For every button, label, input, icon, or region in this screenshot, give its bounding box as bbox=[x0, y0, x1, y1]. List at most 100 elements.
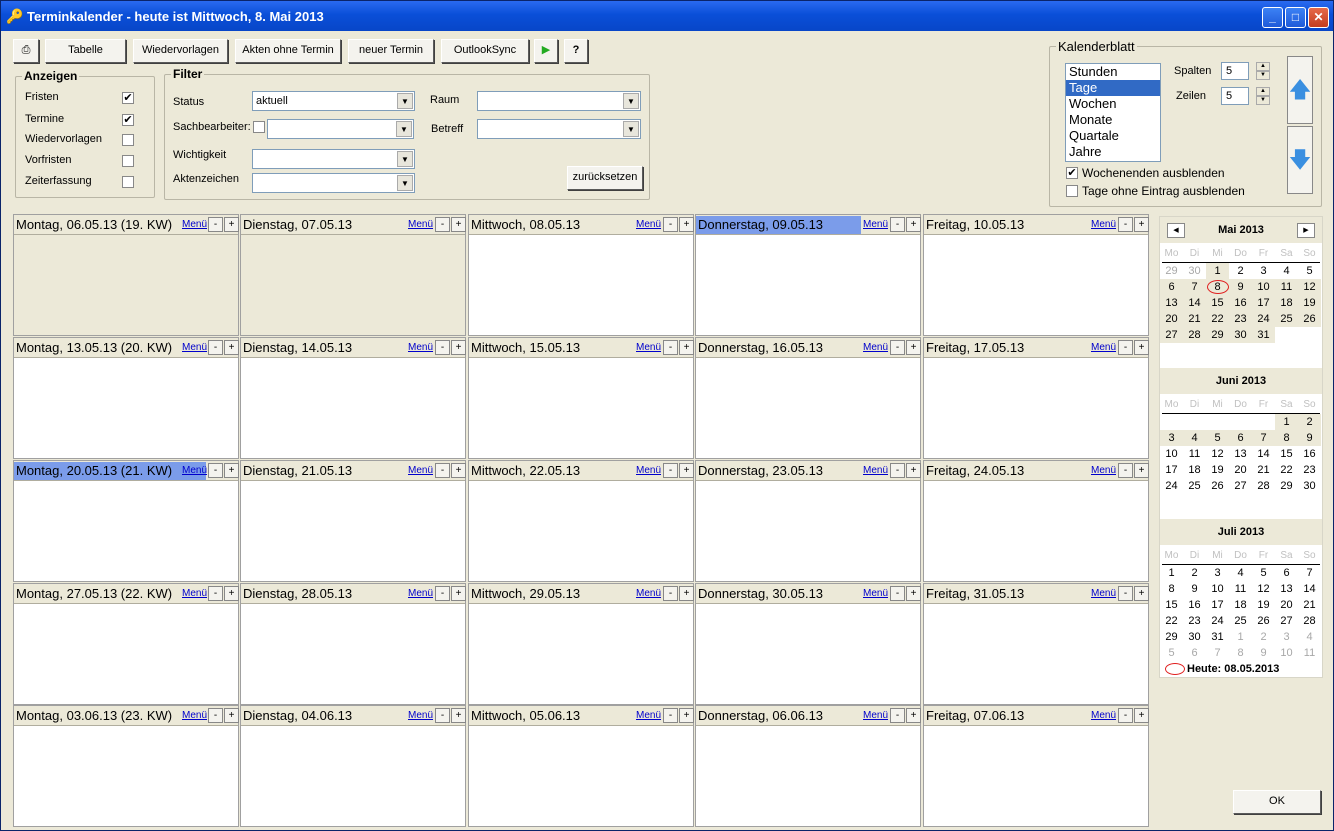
calendar-day[interactable]: 29 bbox=[1275, 478, 1298, 494]
calendar-day[interactable]: 25 bbox=[1183, 478, 1206, 494]
calendar-day[interactable]: 1 bbox=[1206, 263, 1229, 279]
calendar-day[interactable]: 14 bbox=[1252, 446, 1275, 462]
calendar-day[interactable]: 27 bbox=[1229, 478, 1252, 494]
sachbearbeiter-checkbox[interactable] bbox=[253, 121, 265, 133]
calendar-day[interactable]: 10 bbox=[1160, 446, 1183, 462]
day-cell-minus-button[interactable]: - bbox=[663, 708, 678, 723]
calendar-day[interactable]: 27 bbox=[1275, 613, 1298, 629]
calendar-day[interactable]: 2 bbox=[1183, 565, 1206, 581]
calendar-day[interactable]: 9 bbox=[1252, 645, 1275, 661]
day-cell-minus-button[interactable]: - bbox=[1118, 708, 1133, 723]
calendar-day[interactable]: 26 bbox=[1252, 613, 1275, 629]
day-cell-minus-button[interactable]: - bbox=[663, 586, 678, 601]
calendar-day[interactable]: 22 bbox=[1275, 462, 1298, 478]
day-cell-minus-button[interactable]: - bbox=[1118, 340, 1133, 355]
wiedervorlagen-button[interactable]: Wiedervorlagen bbox=[133, 39, 228, 63]
view-item-monate[interactable]: Monate bbox=[1066, 112, 1160, 128]
calendar-day[interactable]: 17 bbox=[1206, 597, 1229, 613]
day-cell-plus-button[interactable]: + bbox=[906, 217, 921, 232]
day-cell-plus-button[interactable]: + bbox=[1134, 586, 1149, 601]
anzeigen-wiedervorlagen-checkbox[interactable] bbox=[122, 134, 134, 146]
calendar-day[interactable]: 13 bbox=[1229, 446, 1252, 462]
aktenzeichen-select[interactable]: ▼ bbox=[252, 173, 415, 193]
day-cell-menu-link[interactable]: Menü bbox=[863, 588, 888, 599]
calendar-day[interactable]: 15 bbox=[1160, 597, 1183, 613]
calendar-day[interactable]: 3 bbox=[1252, 263, 1275, 279]
day-cell-plus-button[interactable]: + bbox=[224, 217, 239, 232]
calendar-day[interactable]: 1 bbox=[1160, 565, 1183, 581]
view-item-tage[interactable]: Tage bbox=[1066, 80, 1160, 96]
day-cell-menu-link[interactable]: Menü bbox=[1091, 342, 1116, 353]
calendar-day[interactable]: 31 bbox=[1206, 629, 1229, 645]
sachbearbeiter-select[interactable]: ▼ bbox=[267, 119, 414, 139]
calendar-day[interactable]: 11 bbox=[1298, 645, 1321, 661]
day-cell-menu-link[interactable]: Menü bbox=[182, 588, 207, 599]
calendar-day[interactable]: 20 bbox=[1275, 597, 1298, 613]
calendar-day[interactable]: 12 bbox=[1206, 446, 1229, 462]
calendar-day[interactable]: 19 bbox=[1298, 295, 1321, 311]
day-cell-plus-button[interactable]: + bbox=[451, 463, 466, 478]
calendar-day[interactable]: 30 bbox=[1183, 629, 1206, 645]
calendar-day[interactable]: 17 bbox=[1252, 295, 1275, 311]
calendar-day[interactable]: 5 bbox=[1206, 430, 1229, 446]
calendar-day[interactable]: 14 bbox=[1183, 295, 1206, 311]
calendar-day[interactable]: 28 bbox=[1183, 327, 1206, 343]
day-cell-plus-button[interactable]: + bbox=[679, 586, 694, 601]
close-button[interactable]: ✕ bbox=[1308, 7, 1329, 28]
day-cell-plus-button[interactable]: + bbox=[451, 708, 466, 723]
day-cell-minus-button[interactable]: - bbox=[890, 217, 905, 232]
day-cell-plus-button[interactable]: + bbox=[906, 708, 921, 723]
spalten-up-button[interactable]: ▲ bbox=[1256, 62, 1270, 71]
calendar-day[interactable]: 2 bbox=[1229, 263, 1252, 279]
calendar-day[interactable]: 6 bbox=[1183, 645, 1206, 661]
outlooksync-button[interactable]: OutlookSync bbox=[441, 39, 529, 63]
calendar-day[interactable]: 16 bbox=[1183, 597, 1206, 613]
day-cell-menu-link[interactable]: Menü bbox=[408, 219, 433, 230]
day-cell-menu-link[interactable]: Menü bbox=[408, 342, 433, 353]
calendar-day[interactable]: 19 bbox=[1206, 462, 1229, 478]
calendar-day[interactable]: 18 bbox=[1229, 597, 1252, 613]
calendar-day[interactable]: 5 bbox=[1298, 263, 1321, 279]
day-cell-menu-link[interactable]: Menü bbox=[1091, 219, 1116, 230]
calendar-day[interactable]: 15 bbox=[1206, 295, 1229, 311]
day-cell-menu-link[interactable]: Menü bbox=[863, 465, 888, 476]
day-cell-plus-button[interactable]: + bbox=[679, 463, 694, 478]
calendar-day[interactable]: 30 bbox=[1229, 327, 1252, 343]
day-cell-menu-link[interactable]: Menü bbox=[408, 465, 433, 476]
reset-button[interactable]: zurücksetzen bbox=[567, 166, 643, 190]
day-cell-plus-button[interactable]: + bbox=[1134, 217, 1149, 232]
calendar-day[interactable]: 29 bbox=[1160, 263, 1183, 279]
calendar-day[interactable]: 31 bbox=[1252, 327, 1275, 343]
calendar-day[interactable]: 9 bbox=[1229, 279, 1252, 295]
calendar-day[interactable]: 4 bbox=[1275, 263, 1298, 279]
anzeigen-zeiterfassung-checkbox[interactable] bbox=[122, 176, 134, 188]
calendar-day[interactable]: 21 bbox=[1298, 597, 1321, 613]
calendar-day[interactable]: 6 bbox=[1275, 565, 1298, 581]
calendar-day[interactable]: 3 bbox=[1206, 565, 1229, 581]
calendar-day[interactable]: 24 bbox=[1160, 478, 1183, 494]
calendar-day[interactable]: 22 bbox=[1206, 311, 1229, 327]
calendar-day[interactable]: 16 bbox=[1229, 295, 1252, 311]
calendar-day[interactable]: 5 bbox=[1160, 645, 1183, 661]
calendar-day[interactable]: 7 bbox=[1298, 565, 1321, 581]
anzeigen-vorfristen-checkbox[interactable] bbox=[122, 155, 134, 167]
day-cell-menu-link[interactable]: Menü bbox=[182, 219, 207, 230]
day-cell-plus-button[interactable]: + bbox=[679, 340, 694, 355]
calendar-day[interactable]: 18 bbox=[1183, 462, 1206, 478]
day-cell-minus-button[interactable]: - bbox=[435, 708, 450, 723]
calendar-day[interactable]: 20 bbox=[1160, 311, 1183, 327]
day-cell-menu-link[interactable]: Menü bbox=[1091, 465, 1116, 476]
day-cell-minus-button[interactable]: - bbox=[1118, 586, 1133, 601]
day-cell-plus-button[interactable]: + bbox=[1134, 463, 1149, 478]
calendar-day[interactable]: 9 bbox=[1298, 430, 1321, 446]
neuer-termin-button[interactable]: neuer Termin bbox=[348, 39, 434, 63]
tabelle-button[interactable]: Tabelle bbox=[45, 39, 126, 63]
day-cell-minus-button[interactable]: - bbox=[890, 463, 905, 478]
calendar-day[interactable]: 8 bbox=[1229, 645, 1252, 661]
calendar-day[interactable]: 28 bbox=[1252, 478, 1275, 494]
day-cell-minus-button[interactable]: - bbox=[208, 586, 223, 601]
calendar-day[interactable]: 10 bbox=[1275, 645, 1298, 661]
day-cell-menu-link[interactable]: Menü bbox=[1091, 588, 1116, 599]
zeilen-input[interactable]: 5 bbox=[1221, 87, 1249, 105]
calendar-day[interactable]: 21 bbox=[1183, 311, 1206, 327]
